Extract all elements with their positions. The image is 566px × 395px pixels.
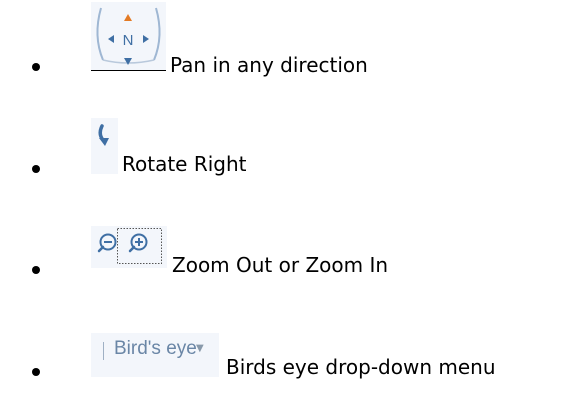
rotate-label: Rotate Right — [122, 152, 247, 176]
zoom-label: Zoom Out or Zoom In — [172, 253, 389, 277]
pan-left-arrow-icon — [108, 35, 114, 43]
pan-right-arrow-icon — [143, 35, 149, 43]
bullet — [32, 368, 40, 376]
pan-up-arrow-icon — [124, 14, 132, 21]
compass-pan-icon: N — [91, 2, 166, 70]
icon-underline — [91, 70, 166, 71]
zoom-in-icon — [128, 233, 148, 253]
zoom-out-icon — [97, 233, 117, 253]
compass-svg: N — [96, 7, 161, 65]
zoom-svg — [97, 228, 162, 264]
bullet — [32, 266, 40, 274]
compass-north-label: N — [123, 32, 134, 49]
rotate-right-icon — [91, 118, 118, 174]
document-page: N Pan in any direction Rotate Right Zoom… — [0, 0, 566, 395]
pan-down-arrow-icon — [124, 58, 132, 65]
zoom-buttons-icon — [91, 226, 167, 268]
bullet — [32, 165, 40, 173]
birds-eye-label: Birds eye drop-down menu — [226, 355, 496, 379]
bullet — [32, 63, 40, 71]
pan-label: Pan in any direction — [170, 53, 368, 77]
divider — [103, 342, 104, 360]
rotate-svg — [98, 124, 109, 146]
birds-eye-text: Bird's eye — [114, 338, 197, 359]
chevron-down-icon: ▼ — [196, 343, 204, 354]
